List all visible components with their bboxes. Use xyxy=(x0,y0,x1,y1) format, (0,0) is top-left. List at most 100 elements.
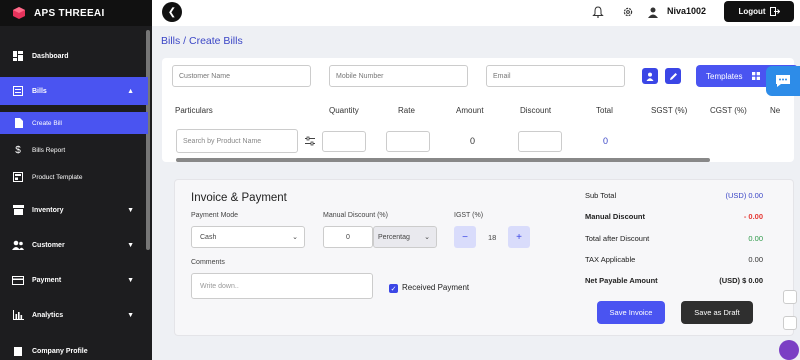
sidebar-item-inventory[interactable]: Inventory ▼ xyxy=(0,202,148,218)
save-draft-button[interactable]: Save as Draft xyxy=(681,301,753,324)
col-discount: Discount xyxy=(520,106,552,115)
sliders-icon[interactable] xyxy=(305,136,315,146)
card-icon xyxy=(12,274,24,286)
building-icon xyxy=(12,345,24,357)
product-search-placeholder: Search by Product Name xyxy=(183,137,262,145)
chevron-down-icon: ▼ xyxy=(127,241,134,249)
sidebar-item-label: Analytics xyxy=(32,311,64,319)
manual-discount-label: Manual Discount (%) xyxy=(323,212,388,219)
chevron-down-icon: ⌄ xyxy=(292,234,298,241)
sidebar-item-analytics[interactable]: Analytics ▼ xyxy=(0,307,148,323)
dollar-icon: $ xyxy=(15,144,21,156)
bell-icon[interactable] xyxy=(592,6,604,18)
logout-icon xyxy=(769,7,780,16)
product-search-input[interactable]: Search by Product Name xyxy=(176,129,298,153)
chat-widget-button[interactable] xyxy=(766,66,800,96)
templates-label: Templates xyxy=(706,71,743,81)
breadcrumb: Bills / Create Bills xyxy=(161,35,243,47)
received-payment-checkbox[interactable]: ✓ xyxy=(389,284,398,293)
tax-applicable-value: 0.00 xyxy=(748,255,763,264)
topbar: ❮ Niva1002 Logout xyxy=(152,0,800,26)
sidebar-item-label: Product Template xyxy=(32,173,83,181)
users-icon xyxy=(12,239,24,251)
translate-widget-icon[interactable] xyxy=(783,316,797,330)
sidebar-item-label: Inventory xyxy=(32,206,64,214)
table-horizontal-scrollbar[interactable] xyxy=(176,158,710,162)
user-icon[interactable] xyxy=(647,6,659,18)
chevron-left-icon: ❮ xyxy=(167,6,177,18)
email-placeholder: Email xyxy=(493,72,511,80)
igst-increment-button[interactable]: + xyxy=(508,226,530,248)
mobile-number-field[interactable]: Mobile Number xyxy=(329,65,468,87)
edit-customer-button[interactable] xyxy=(665,68,681,84)
back-button[interactable]: ❮ xyxy=(162,2,182,22)
payment-mode-label: Payment Mode xyxy=(191,212,239,219)
expand-widget-icon[interactable] xyxy=(783,290,797,304)
inventory-icon xyxy=(12,204,24,216)
rate-input[interactable] xyxy=(386,131,430,152)
customer-name-field[interactable]: Customer Name xyxy=(172,65,311,87)
save-invoice-button[interactable]: Save Invoice xyxy=(597,301,665,324)
sidebar-item-product-template[interactable]: Product Template xyxy=(0,169,148,185)
sidebar-item-create-bill[interactable]: Create Bill xyxy=(0,112,148,134)
chevron-down-icon: ▼ xyxy=(127,311,134,319)
bill-items-card: Customer Name Mobile Number Email Templa… xyxy=(162,58,798,162)
sidebar-item-label: Bills xyxy=(32,87,47,95)
sidebar-item-label: Company Profile xyxy=(32,347,88,355)
invoice-title: Invoice & Payment xyxy=(191,192,287,204)
comments-label: Comments xyxy=(191,259,225,266)
amount-value: 0 xyxy=(470,136,476,146)
sidebar-item-company-profile[interactable]: Company Profile xyxy=(0,343,148,359)
net-payable-label: Net Payable Amount xyxy=(585,276,658,285)
username[interactable]: Niva1002 xyxy=(667,6,706,16)
total-after-discount-label: Total after Discount xyxy=(585,234,650,243)
col-net: Ne xyxy=(770,106,781,115)
add-customer-button[interactable] xyxy=(642,68,658,84)
user-plus-icon xyxy=(646,72,653,81)
quantity-input[interactable] xyxy=(322,131,366,152)
minus-icon: − xyxy=(462,231,468,243)
sidebar-item-label: Customer xyxy=(32,241,65,249)
chevron-down-icon: ▼ xyxy=(127,276,134,284)
brand-header: APS THREEAI xyxy=(0,0,152,26)
comments-input[interactable]: Write down.. xyxy=(191,273,373,299)
sidebar-item-label: Dashboard xyxy=(32,52,69,60)
sidebar: APS THREEAI Dashboard Bills ▲ Create Bil… xyxy=(0,0,152,360)
subtotal-value: (USD) 0.00 xyxy=(725,191,763,200)
igst-label: IGST (%) xyxy=(454,212,484,219)
discount-input[interactable] xyxy=(518,131,562,152)
manual-discount-input[interactable]: 0 xyxy=(323,226,373,248)
chevron-up-icon: ▲ xyxy=(127,87,134,95)
total-after-discount-value: 0.00 xyxy=(748,234,763,243)
grid-icon xyxy=(752,72,761,80)
col-total: Total xyxy=(596,106,613,115)
brand-name: APS THREEAI xyxy=(34,7,105,19)
sidebar-item-dashboard[interactable]: Dashboard xyxy=(0,46,148,66)
save-draft-label: Save as Draft xyxy=(694,308,740,317)
logout-button[interactable]: Logout xyxy=(724,1,794,22)
assistant-avatar-icon[interactable] xyxy=(779,340,799,360)
col-cgst: CGST (%) xyxy=(710,106,747,115)
logout-label: Logout xyxy=(738,7,766,16)
plus-icon: + xyxy=(516,231,522,243)
discount-type-select[interactable]: Percentag ⌄ xyxy=(373,226,437,248)
mobile-number-placeholder: Mobile Number xyxy=(336,72,384,80)
invoice-payment-card: Invoice & Payment Payment Mode Cash ⌄ Ma… xyxy=(174,179,794,336)
save-invoice-label: Save Invoice xyxy=(609,308,653,317)
manual-discount-summary-label: Manual Discount xyxy=(585,212,646,221)
email-field[interactable]: Email xyxy=(486,65,625,87)
sidebar-item-label: Create Bill xyxy=(32,119,62,127)
sidebar-item-bills[interactable]: Bills ▲ xyxy=(0,77,148,105)
received-payment-label: Received Payment xyxy=(402,283,470,292)
sidebar-item-customer[interactable]: Customer ▼ xyxy=(0,237,148,253)
igst-decrement-button[interactable]: − xyxy=(454,226,476,248)
gear-icon[interactable] xyxy=(622,6,634,18)
payment-mode-select[interactable]: Cash ⌄ xyxy=(191,226,305,248)
chevron-down-icon: ▼ xyxy=(127,206,134,214)
comments-placeholder: Write down.. xyxy=(200,282,239,290)
sidebar-item-payment[interactable]: Payment ▼ xyxy=(0,272,148,288)
sidebar-item-bills-report[interactable]: $ Bills Report xyxy=(0,142,148,158)
chart-icon xyxy=(12,309,24,321)
sidebar-item-label: Payment xyxy=(32,276,62,284)
col-quantity: Quantity xyxy=(329,106,359,115)
